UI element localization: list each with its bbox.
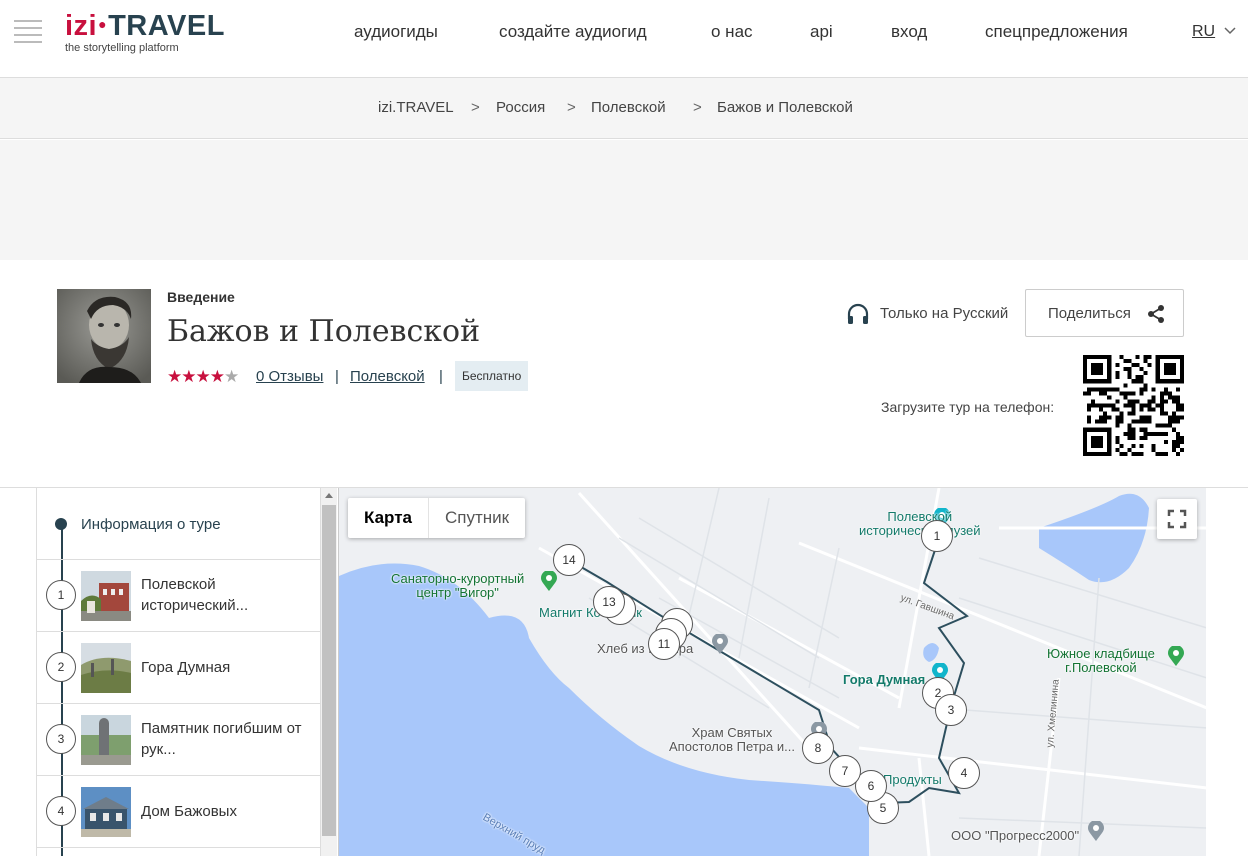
map-label-progress: ООО "Прогресс2000" bbox=[951, 828, 1080, 843]
banner-placeholder bbox=[0, 140, 1248, 260]
map-label-dumnaya: Гора Думная bbox=[843, 672, 926, 687]
meta-separator: | bbox=[335, 368, 339, 385]
route-marker[interactable]: 4 bbox=[948, 757, 980, 789]
meta-separator: | bbox=[439, 368, 443, 385]
fullscreen-icon bbox=[1167, 509, 1187, 529]
share-button[interactable]: Поделиться bbox=[1025, 289, 1184, 337]
nav-about[interactable]: о нас bbox=[711, 22, 753, 42]
timeline-dot bbox=[55, 518, 67, 530]
route-marker[interactable]: 11 bbox=[648, 628, 680, 660]
qr-label: Загрузите тур на телефон: bbox=[881, 399, 1055, 415]
map-label-cemetery: Южное кладбище г.Полевской bbox=[1047, 646, 1155, 675]
menu-icon[interactable] bbox=[14, 20, 42, 44]
nav-api[interactable]: api bbox=[810, 22, 833, 42]
headphones-icon bbox=[847, 303, 869, 324]
tour-info-link[interactable]: Информация о туре bbox=[81, 516, 221, 533]
stop-thumbnail bbox=[81, 715, 131, 765]
place-pin-icon bbox=[712, 634, 728, 654]
price-badge: Бесплатно bbox=[455, 361, 529, 391]
breadcrumb: izi.TRAVEL > Россия > Полевской > Бажов … bbox=[0, 78, 1248, 139]
stop-label: Дом Бажовых bbox=[141, 803, 237, 820]
list-item[interactable]: 4 Дом Бажовых bbox=[37, 776, 320, 847]
language-note: Только на Русский bbox=[880, 305, 1009, 322]
rating-stars: ★★★★★ bbox=[167, 367, 239, 386]
route-marker[interactable]: 7 bbox=[829, 755, 861, 787]
logo-tagline: the storytelling platform bbox=[65, 42, 179, 54]
page-margin bbox=[1206, 488, 1248, 856]
chevron-down-icon[interactable] bbox=[1224, 26, 1236, 36]
tour-header: Введение Бажов и Полевской ★★★★★ 0 Отзыв… bbox=[0, 260, 1248, 488]
map-tab-satellite[interactable]: Спутник bbox=[429, 498, 525, 538]
list-item[interactable]: 2 Гора Думная bbox=[37, 632, 320, 703]
site-logo[interactable]: izi●TRAVEL the storytelling platform bbox=[65, 10, 225, 54]
nav-special-offers[interactable]: спецпредложения bbox=[985, 22, 1128, 42]
map-type-tabs: Карта Спутник bbox=[348, 498, 526, 538]
map-label-products: Продукты bbox=[883, 772, 942, 787]
park-icon bbox=[541, 571, 557, 591]
site-header: izi●TRAVEL the storytelling platform ауд… bbox=[0, 0, 1248, 78]
tour-category: Введение bbox=[167, 289, 235, 305]
tour-title: Бажов и Полевской bbox=[167, 314, 481, 349]
list-item[interactable]: 3 Памятник погибшим от рук... bbox=[37, 704, 320, 775]
stop-number: 2 bbox=[46, 652, 76, 682]
fullscreen-button[interactable] bbox=[1157, 499, 1197, 539]
list-item[interactable]: 1 Полевской исторический... bbox=[37, 560, 320, 631]
stop-thumbnail bbox=[81, 643, 131, 693]
breadcrumb-city[interactable]: Полевской bbox=[591, 99, 666, 116]
breadcrumb-separator: > bbox=[567, 99, 576, 116]
stop-thumbnail bbox=[81, 571, 131, 621]
route-marker[interactable]: 1 bbox=[921, 520, 953, 552]
route-marker[interactable]: 8 bbox=[802, 732, 834, 764]
scrollbar-thumb[interactable] bbox=[322, 505, 336, 836]
map-label-museum: Полевской исторический музей bbox=[859, 509, 981, 538]
share-label: Поделиться bbox=[1048, 305, 1131, 322]
place-pin-icon bbox=[1088, 821, 1104, 841]
stop-number: 1 bbox=[46, 580, 76, 610]
share-icon bbox=[1148, 305, 1164, 323]
map-label-sanatorium: Санаторно-курортный центр "Вигор" bbox=[391, 571, 525, 600]
tour-cover-image bbox=[57, 289, 151, 383]
stop-label: Полевской исторический... bbox=[141, 576, 249, 614]
map-tab-map[interactable]: Карта bbox=[348, 498, 429, 538]
breadcrumb-home[interactable]: izi.TRAVEL bbox=[378, 99, 454, 116]
city-link[interactable]: Полевской bbox=[350, 368, 425, 385]
nav-login[interactable]: вход bbox=[891, 22, 927, 42]
divider bbox=[37, 847, 320, 848]
scroll-up-icon[interactable] bbox=[325, 492, 333, 498]
stop-number: 3 bbox=[46, 724, 76, 754]
cemetery-icon bbox=[1168, 646, 1184, 666]
language-selector[interactable]: RU bbox=[1192, 23, 1215, 41]
breadcrumb-current: Бажов и Полевской bbox=[717, 99, 853, 116]
reviews-link[interactable]: 0 Отзывы bbox=[256, 368, 323, 385]
route-marker[interactable]: 14 bbox=[553, 544, 585, 576]
map-label-church: Храм Святых Апостолов Петра и... bbox=[669, 725, 795, 754]
nav-audioguides[interactable]: аудиогиды bbox=[354, 22, 438, 42]
breadcrumb-separator: > bbox=[693, 99, 702, 116]
stop-label: Гора Думная bbox=[141, 659, 231, 676]
qr-code bbox=[1083, 355, 1184, 456]
stop-thumbnail bbox=[81, 787, 131, 837]
route-marker[interactable]: 3 bbox=[935, 694, 967, 726]
breadcrumb-separator: > bbox=[471, 99, 480, 116]
map-view[interactable]: Полевской исторический музей Санаторно-к… bbox=[338, 488, 1206, 856]
stop-label: Памятник погибшим от рук... bbox=[141, 720, 302, 758]
nav-create-audioguide[interactable]: создайте аудиогид bbox=[499, 22, 647, 42]
route-marker[interactable]: 13 bbox=[593, 586, 625, 618]
breadcrumb-country[interactable]: Россия bbox=[496, 99, 545, 116]
stop-number: 4 bbox=[46, 796, 76, 826]
